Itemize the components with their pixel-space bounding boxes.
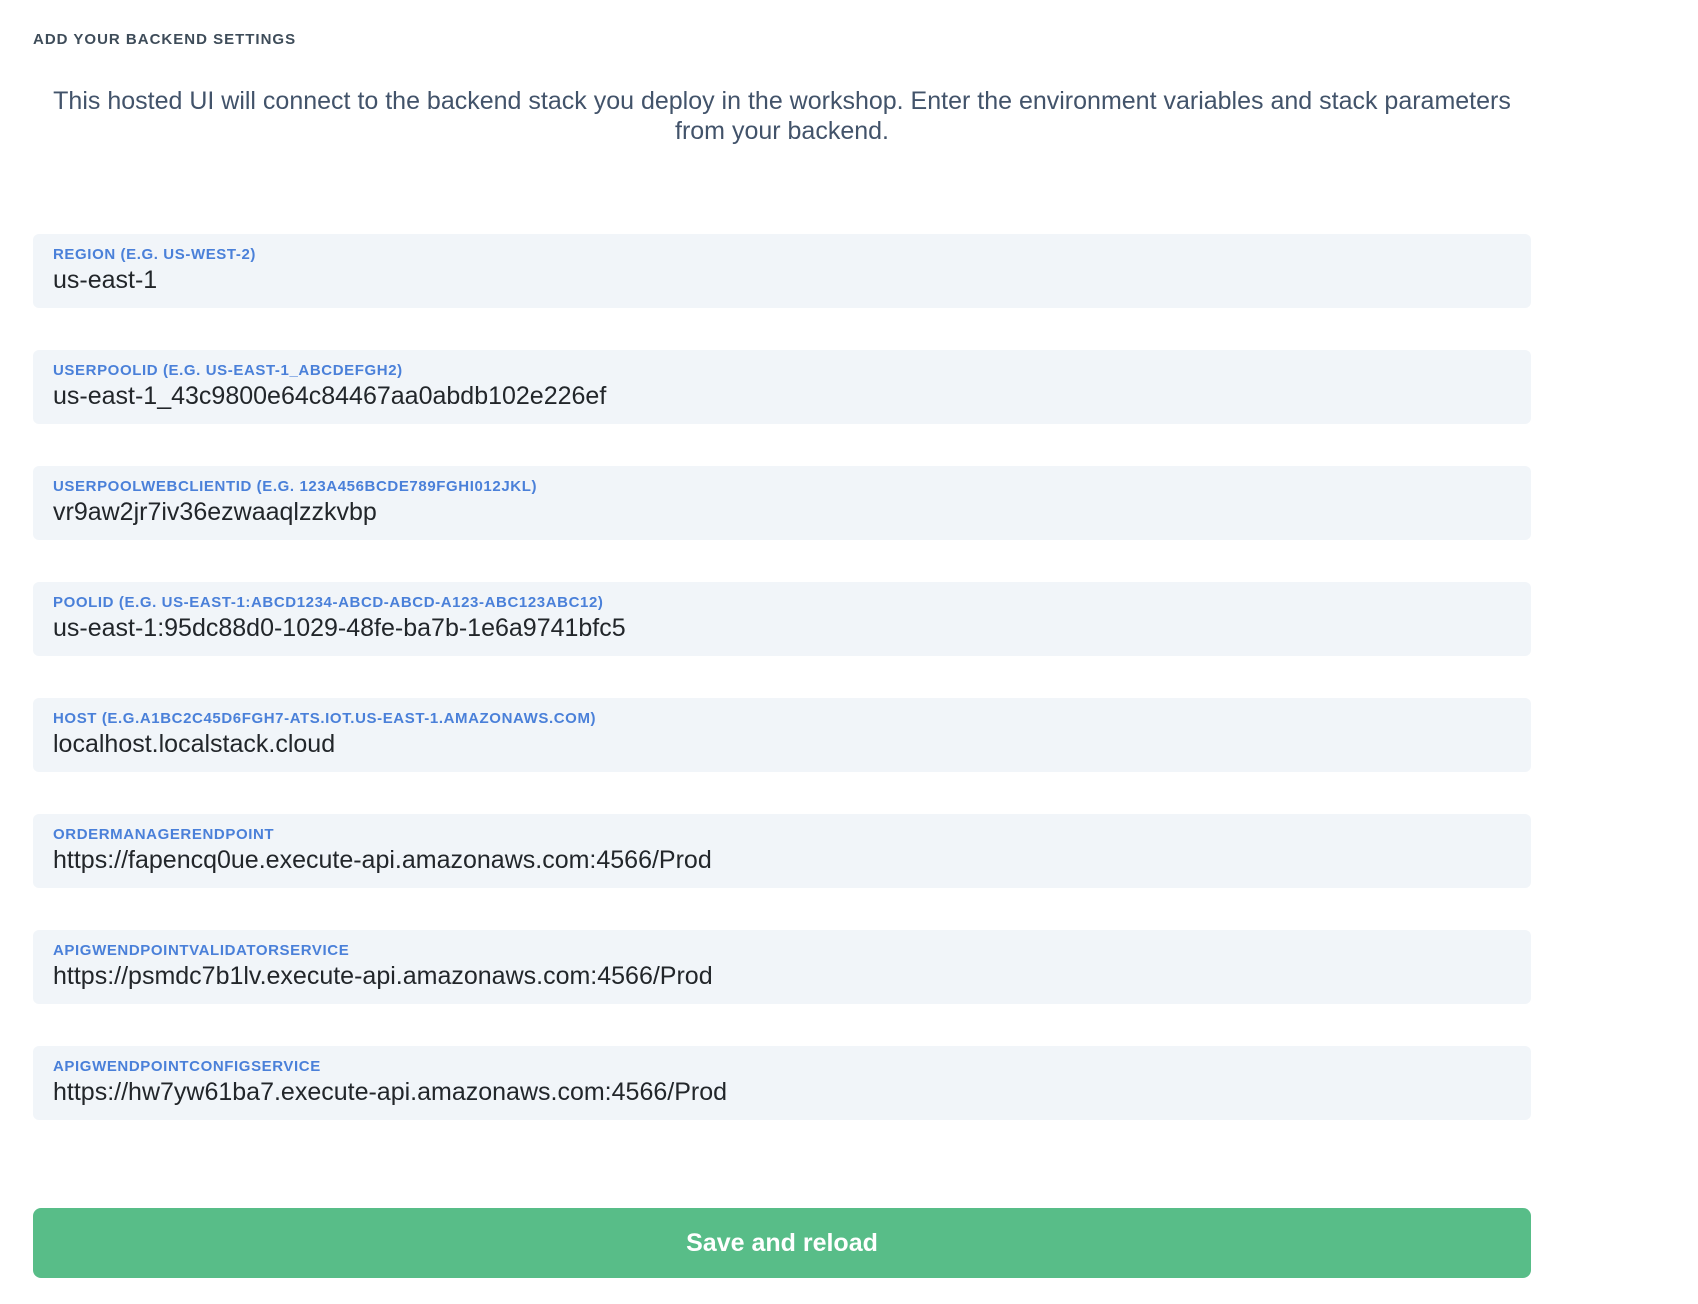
poolid-field[interactable]: POOLID (E.G. US-EAST-1:ABCD1234-ABCD-ABC… bbox=[33, 582, 1531, 656]
region-input[interactable] bbox=[53, 265, 1511, 295]
fields-list: REGION (E.G. US-WEST-2) USERPOOLID (E.G.… bbox=[33, 234, 1531, 1120]
ordermanagerendpoint-label: ORDERMANAGERENDPOINT bbox=[53, 826, 1511, 844]
userpoolwebclientid-field[interactable]: USERPOOLWEBCLIENTID (E.G. 123A456BCDE789… bbox=[33, 466, 1531, 540]
userpoolwebclientid-label: USERPOOLWEBCLIENTID (E.G. 123A456BCDE789… bbox=[53, 478, 1511, 496]
save-and-reload-button[interactable]: Save and reload bbox=[33, 1208, 1531, 1278]
poolid-label: POOLID (E.G. US-EAST-1:ABCD1234-ABCD-ABC… bbox=[53, 594, 1511, 612]
host-label: HOST (E.G.A1BC2C45D6FGH7-ATS.IOT.US-EAST… bbox=[53, 710, 1511, 728]
userpoolwebclientid-input[interactable] bbox=[53, 497, 1511, 527]
apigwendpointconfigservice-field[interactable]: APIGWENDPOINTCONFIGSERVICE bbox=[33, 1046, 1531, 1120]
page-title: ADD YOUR BACKEND SETTINGS bbox=[33, 0, 1531, 49]
region-label: REGION (E.G. US-WEST-2) bbox=[53, 246, 1511, 264]
userpoolid-input[interactable] bbox=[53, 381, 1511, 411]
apigwendpointconfigservice-input[interactable] bbox=[53, 1077, 1511, 1107]
userpoolid-field[interactable]: USERPOOLID (E.G. US-EAST-1_ABCDEFGH2) bbox=[33, 350, 1531, 424]
form-description: This hosted UI will connect to the backe… bbox=[42, 86, 1522, 146]
host-input[interactable] bbox=[53, 729, 1511, 759]
poolid-input[interactable] bbox=[53, 613, 1511, 643]
backend-settings-form: ADD YOUR BACKEND SETTINGS This hosted UI… bbox=[33, 0, 1531, 1278]
region-field[interactable]: REGION (E.G. US-WEST-2) bbox=[33, 234, 1531, 308]
ordermanagerendpoint-field[interactable]: ORDERMANAGERENDPOINT bbox=[33, 814, 1531, 888]
apigwendpointconfigservice-label: APIGWENDPOINTCONFIGSERVICE bbox=[53, 1058, 1511, 1076]
apigwendpointvalidatorservice-input[interactable] bbox=[53, 961, 1511, 991]
ordermanagerendpoint-input[interactable] bbox=[53, 845, 1511, 875]
host-field[interactable]: HOST (E.G.A1BC2C45D6FGH7-ATS.IOT.US-EAST… bbox=[33, 698, 1531, 772]
userpoolid-label: USERPOOLID (E.G. US-EAST-1_ABCDEFGH2) bbox=[53, 362, 1511, 380]
apigwendpointvalidatorservice-field[interactable]: APIGWENDPOINTVALIDATORSERVICE bbox=[33, 930, 1531, 1004]
apigwendpointvalidatorservice-label: APIGWENDPOINTVALIDATORSERVICE bbox=[53, 942, 1511, 960]
